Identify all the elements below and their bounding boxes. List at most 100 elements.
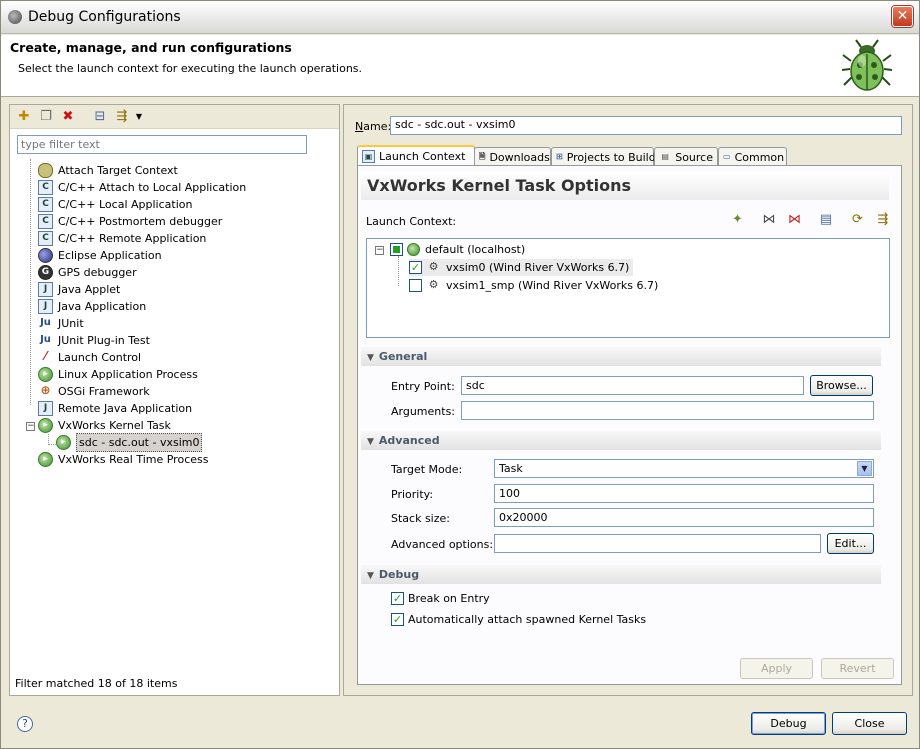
advanced-options-input[interactable] [494, 534, 821, 553]
edit-button[interactable]: Edit... [827, 533, 874, 554]
context-item-vxsim0[interactable]: ✓ ⚙ vxsim0 (Wind River VxWorks 6.7) [409, 259, 634, 276]
launch-control-icon: ⁄ [44, 349, 47, 363]
tab-common[interactable]: ▭ Common [718, 147, 787, 166]
help-icon[interactable]: ? [17, 716, 33, 732]
tree-item-osgi-framework[interactable]: ⊕ OSGi Framework [38, 383, 149, 400]
filter-context-icon[interactable]: ⇶ [875, 212, 891, 228]
tree-item-launch-control[interactable]: ⁄ Launch Control [38, 349, 141, 366]
break-on-entry-option[interactable]: ✓ Break on Entry [391, 592, 490, 605]
vxsim0-checkbox[interactable]: ✓ [409, 261, 422, 274]
connect-icon[interactable]: ⋈ [761, 212, 777, 228]
tree-item-java-app[interactable]: J Java Application [38, 298, 146, 315]
target-mode-select[interactable]: Task ▼ [494, 459, 874, 478]
launch-context-icon: ▣ [362, 150, 375, 163]
c-icon: C [38, 197, 53, 212]
auto-attach-checkbox[interactable]: ✓ [391, 613, 404, 626]
vxsim1-smp-checkbox[interactable] [409, 279, 422, 292]
break-on-entry-checkbox[interactable]: ✓ [391, 592, 404, 605]
configuration-editor-panel: Name: sdc - sdc.out - vxsim0 ▣ Launch Co… [343, 104, 913, 696]
section-expanded-icon: ▼ [367, 437, 374, 447]
filter-input[interactable] [17, 135, 307, 154]
launch-context-label: Launch Context: [366, 215, 457, 228]
tab-downloads[interactable]: 🗎 Downloads [474, 147, 551, 166]
tab-projects-to-build[interactable]: ⊞ Projects to Build [551, 147, 656, 166]
tree-item-linux-app-process[interactable]: ▸ Linux Application Process [38, 366, 198, 383]
entry-point-input[interactable]: sdc [461, 376, 804, 395]
name-input[interactable]: sdc - sdc.out - vxsim0 [390, 116, 902, 135]
tree-item-cpp-remote-app[interactable]: C C/C++ Remote Application [38, 230, 206, 247]
tree-item-junit[interactable]: Ju JUnit [38, 315, 84, 332]
window-close-icon[interactable]: ✕ [892, 6, 913, 27]
tree-item-cpp-local-app[interactable]: C C/C++ Local Application [38, 196, 192, 213]
tree-item-remote-java-app[interactable]: J Remote Java Application [38, 400, 192, 417]
refresh-icon[interactable]: ⟳ [850, 212, 866, 228]
debug-button[interactable]: Debug [751, 712, 826, 735]
arguments-input[interactable] [461, 401, 874, 420]
stack-size-input[interactable]: 0x20000 [494, 508, 874, 527]
delete-icon[interactable]: ✖ [60, 109, 76, 125]
target-icon: ⚙ [428, 260, 439, 273]
debug-section-header[interactable]: ▼ Debug [361, 565, 881, 584]
properties-icon[interactable]: ▤ [818, 212, 834, 228]
new-configuration-icon[interactable]: ✚ [16, 109, 32, 125]
debug-bug-icon [841, 39, 893, 91]
duplicate-icon[interactable]: ❐ [38, 109, 54, 125]
target-icon: ⚙ [428, 278, 439, 291]
auto-attach-option[interactable]: ✓ Automatically attach spawned Kernel Ta… [391, 613, 646, 626]
priority-label: Priority: [391, 488, 434, 501]
stack-size-label: Stack size: [391, 512, 450, 525]
target-mode-label: Target Mode: [391, 463, 463, 476]
common-icon: ▭ [723, 151, 731, 161]
filter-icon[interactable]: ⇶ [114, 109, 130, 125]
tree-item-gps-debugger[interactable]: G GPS debugger [38, 264, 137, 281]
filter-status: Filter matched 18 of 18 items [15, 677, 178, 690]
process-icon: ▸ [56, 435, 71, 450]
name-label: Name: [355, 120, 392, 133]
add-context-icon[interactable]: ✦ [730, 212, 746, 228]
context-item-default[interactable]: default (localhost) [390, 241, 525, 258]
tab-launch-context[interactable]: ▣ Launch Context [357, 145, 475, 166]
collapse-all-icon[interactable]: ⊟ [92, 109, 108, 125]
default-context-checkbox[interactable] [390, 243, 403, 256]
disconnect-icon[interactable]: ⋈ [787, 212, 803, 228]
tree-item-attach-target-context[interactable]: Attach Target Context [38, 162, 178, 179]
browse-button[interactable]: Browse... [810, 375, 873, 396]
header-description: Select the launch context for executing … [18, 62, 363, 75]
projects-icon: ⊞ [556, 151, 563, 161]
java-applet-icon: J [38, 282, 53, 297]
close-button[interactable]: Close [832, 712, 907, 735]
host-icon [407, 243, 420, 256]
tree-item-eclipse-app[interactable]: Eclipse Application [38, 247, 162, 264]
process-icon: ▸ [38, 418, 53, 433]
launch-context-tree: − default (localhost) ✓ ⚙ vxsim0 (Wind R… [366, 238, 890, 338]
c-icon: C [38, 214, 53, 229]
advanced-options-label: Advanced options: [391, 538, 494, 551]
tree-item-cpp-attach-local[interactable]: C C/C++ Attach to Local Application [38, 179, 246, 196]
c-icon: C [38, 231, 53, 246]
tab-source[interactable]: ▤ Source [654, 147, 718, 166]
priority-input[interactable]: 100 [494, 484, 874, 503]
window-title: Debug Configurations [28, 9, 181, 25]
context-toolbar: ✦ ⋈ ⋈ ▤ ⟳ ⇶ [724, 212, 892, 230]
tree-item-java-applet[interactable]: J Java Applet [38, 281, 120, 298]
tree-item-sdc-config-selected[interactable]: ▸ sdc - sdc.out - vxsim0 [56, 433, 203, 452]
filter-menu-chevron-down-icon[interactable]: ▼ [134, 109, 144, 125]
arguments-label: Arguments: [391, 405, 456, 418]
revert-button[interactable]: Revert [821, 658, 894, 679]
tree-item-junit-plugin[interactable]: Ju JUnit Plug-in Test [38, 332, 150, 349]
c-icon: C [38, 180, 53, 195]
configuration-tree-panel: ✚ ❐ ✖ ⊟ ⇶ ▼ Attach Target Context C C/C+… [9, 104, 340, 696]
title-bar[interactable]: Debug Configurations ✕ [1, 1, 919, 34]
advanced-section-header[interactable]: ▼ Advanced [361, 431, 881, 450]
context-item-vxsim1-smp[interactable]: ⚙ vxsim1_smp (Wind River VxWorks 6.7) [409, 277, 658, 294]
apply-button[interactable]: Apply [740, 658, 813, 679]
tree-item-cpp-postmortem[interactable]: C C/C++ Postmortem debugger [38, 213, 222, 230]
process-icon: ▸ [38, 452, 53, 467]
header-title: Create, manage, and run configurations [10, 40, 292, 55]
chevron-down-icon[interactable]: ▼ [857, 461, 872, 476]
tree-item-vxworks-rtp[interactable]: ▸ VxWorks Real Time Process [38, 451, 208, 468]
collapse-vxworks-kernel-task-icon[interactable]: − [26, 422, 35, 431]
collapse-default-icon[interactable]: − [375, 246, 384, 255]
general-section-header[interactable]: ▼ General [361, 347, 881, 366]
tree-item-vxworks-kernel-task[interactable]: ▸ VxWorks Kernel Task [38, 417, 171, 434]
